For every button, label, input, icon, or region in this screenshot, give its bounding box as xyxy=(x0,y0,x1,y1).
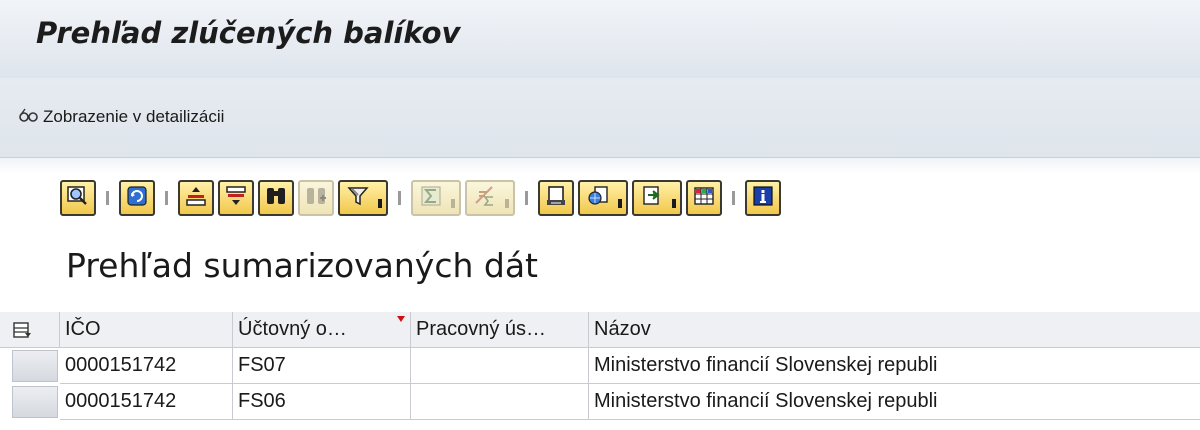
row-selector-button[interactable] xyxy=(12,386,58,418)
detail-view-button[interactable]: Zobrazenie v detailizácii xyxy=(18,104,224,130)
toolbar-separator xyxy=(165,191,168,205)
print-preview-button[interactable] xyxy=(538,180,574,216)
subtotal-button[interactable] xyxy=(465,180,515,216)
column-header-workspace[interactable]: Pracovný ús… xyxy=(411,312,589,348)
change-layout-button[interactable] xyxy=(686,180,722,216)
total-icon xyxy=(419,184,443,212)
sort-ascending-icon xyxy=(184,184,208,212)
table-row: 0000151742 FS07 Ministerstvo financií Sl… xyxy=(0,348,1200,384)
find-next-icon xyxy=(304,184,328,212)
refresh-button[interactable] xyxy=(119,180,155,216)
filter-icon xyxy=(346,184,370,212)
table-header-row: IČO Účtovný o… Pracovný ús… Názov xyxy=(0,312,1200,348)
cell-accounting-unit[interactable]: FS07 xyxy=(233,348,411,384)
info-icon xyxy=(751,184,775,212)
title-bar: Prehľad zlúčených balíkov xyxy=(0,0,1200,78)
cell-ico[interactable]: 0000151742 xyxy=(60,348,233,384)
toolbar-separator xyxy=(398,191,401,205)
row-selector-button[interactable] xyxy=(12,350,58,382)
layout-selector-button[interactable] xyxy=(0,312,60,348)
column-header-label: Účtovný o… xyxy=(238,318,347,340)
cell-workspace[interactable] xyxy=(411,348,589,384)
cell-ico[interactable]: 0000151742 xyxy=(60,384,233,420)
row-selector-cell xyxy=(0,384,60,420)
page-title: Prehľad zlúčených balíkov xyxy=(36,16,461,50)
glasses-icon xyxy=(18,107,43,127)
column-header-ico[interactable]: IČO xyxy=(60,312,233,348)
export-button[interactable] xyxy=(632,180,682,216)
print-preview-icon xyxy=(544,184,568,212)
toolbar-separator xyxy=(525,191,528,205)
column-selector-icon xyxy=(12,318,32,340)
subtotal-icon xyxy=(473,184,497,212)
alv-toolbar xyxy=(60,178,785,218)
filter-button[interactable] xyxy=(338,180,388,216)
details-button[interactable] xyxy=(60,180,96,216)
column-header-name[interactable]: Názov xyxy=(589,312,1200,348)
find-next-button[interactable] xyxy=(298,180,334,216)
search-details-icon xyxy=(66,184,90,212)
views-icon xyxy=(586,184,610,212)
dropdown-arrow-icon xyxy=(378,199,382,208)
cell-name[interactable]: Ministerstvo financií Slovenskej republi xyxy=(589,384,1200,420)
dropdown-arrow-icon xyxy=(451,199,455,208)
dropdown-arrow-icon xyxy=(618,199,622,208)
layout-icon xyxy=(692,184,716,212)
dropdown-arrow-icon xyxy=(505,199,509,208)
toolbar-separator xyxy=(732,191,735,205)
sort-ascending-button[interactable] xyxy=(178,180,214,216)
views-button[interactable] xyxy=(578,180,628,216)
cell-workspace[interactable] xyxy=(411,384,589,420)
sort-marker-icon xyxy=(397,316,405,322)
sort-descending-button[interactable] xyxy=(218,180,254,216)
cell-name[interactable]: Ministerstvo financií Slovenskej republi xyxy=(589,348,1200,384)
total-button[interactable] xyxy=(411,180,461,216)
find-button[interactable] xyxy=(258,180,294,216)
row-selector-cell xyxy=(0,348,60,384)
table-row: 0000151742 FS06 Ministerstvo financií Sl… xyxy=(0,384,1200,420)
separator-band xyxy=(0,158,1200,174)
column-header-accounting-unit[interactable]: Účtovný o… xyxy=(233,312,411,348)
info-button[interactable] xyxy=(745,180,781,216)
detail-view-label: Zobrazenie v detailizácii xyxy=(43,107,225,126)
dropdown-arrow-icon xyxy=(672,199,676,208)
report-title: Prehľad sumarizovaných dát xyxy=(66,246,538,285)
refresh-icon xyxy=(125,184,149,212)
toolbar-separator xyxy=(106,191,109,205)
cell-accounting-unit[interactable]: FS06 xyxy=(233,384,411,420)
application-toolbar: Zobrazenie v detailizácii xyxy=(0,78,1200,158)
sort-descending-icon xyxy=(224,184,248,212)
export-icon xyxy=(640,184,664,212)
find-icon xyxy=(264,184,288,212)
